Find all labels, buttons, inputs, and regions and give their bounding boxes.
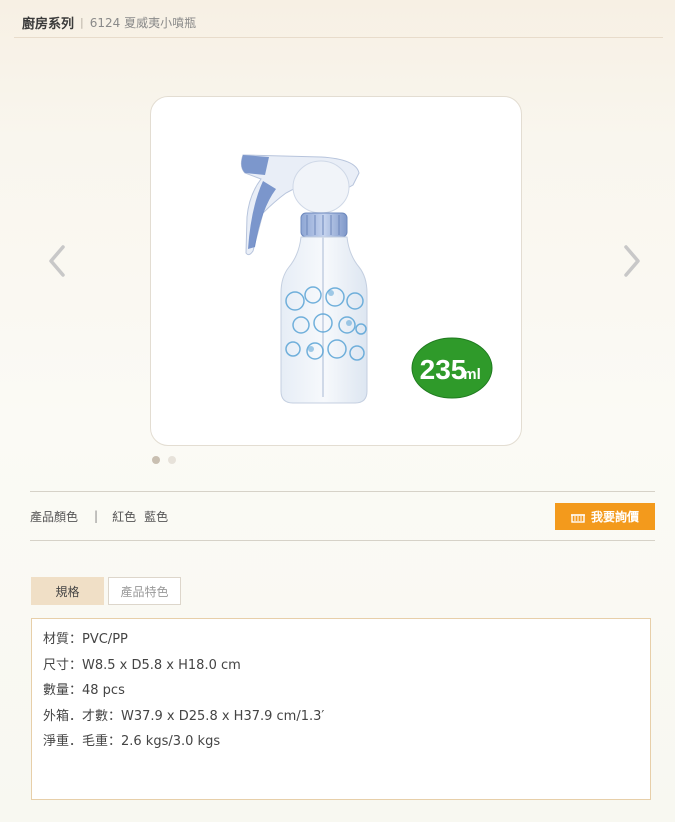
breadcrumb: 廚房系列 | 6124 夏威夷小噴瓶 (22, 8, 196, 36)
color-option-red[interactable]: 紅色 (112, 508, 136, 525)
spec-carton: 外箱．才數：W37.9 x D25.8 x H37.9 cm/1.3′ (43, 708, 325, 724)
spray-bottle-image: 235 ml (240, 154, 493, 404)
product-gallery: 235 ml (0, 96, 675, 446)
volume-badge-unit: ml (463, 366, 481, 383)
carousel-dot-1[interactable] (152, 456, 160, 464)
chevron-left-icon (49, 245, 65, 277)
carousel-indicators (152, 456, 176, 464)
product-image-frame: 235 ml (150, 96, 522, 446)
inquiry-button-label: 我要詢價 (590, 510, 639, 524)
carousel-prev-button[interactable] (43, 241, 73, 281)
color-separator: | (94, 509, 99, 523)
inquiry-button[interactable]: 我要詢價 (555, 503, 655, 530)
tab-features[interactable]: 產品特色 (108, 577, 181, 605)
breadcrumb-category-link[interactable]: 廚房系列 (22, 13, 74, 32)
breadcrumb-separator: | (80, 15, 84, 29)
volume-badge-number: 235 (420, 354, 467, 385)
color-option-blue[interactable]: 藍色 (144, 508, 168, 525)
spec-weight: 淨重．毛重：2.6 kgs/3.0 kgs (43, 734, 221, 750)
carousel-next-button[interactable] (616, 241, 646, 281)
color-label: 產品顏色 (30, 509, 79, 524)
detail-tabs: 規格 產品特色 (31, 577, 181, 605)
carousel-dot-2[interactable] (168, 456, 176, 464)
specifications-panel: 材質：PVC/PP 尺寸：W8.5 x D5.8 x H18.0 cm 數量：4… (31, 618, 651, 800)
tab-specifications[interactable]: 規格 (31, 577, 104, 605)
spec-dimensions: 尺寸：W8.5 x D5.8 x H18.0 cm (43, 657, 241, 673)
chevron-right-icon (624, 245, 640, 277)
spec-material: 材質：PVC/PP (43, 632, 128, 647)
basket-icon (570, 513, 585, 523)
color-options-row: 產品顏色 | 紅色 藍色 我要詢價 (30, 491, 655, 541)
breadcrumb-divider (14, 37, 663, 38)
breadcrumb-current-item: 6124 夏威夷小噴瓶 (89, 15, 197, 30)
spec-quantity: 數量：48 pcs (43, 683, 125, 699)
